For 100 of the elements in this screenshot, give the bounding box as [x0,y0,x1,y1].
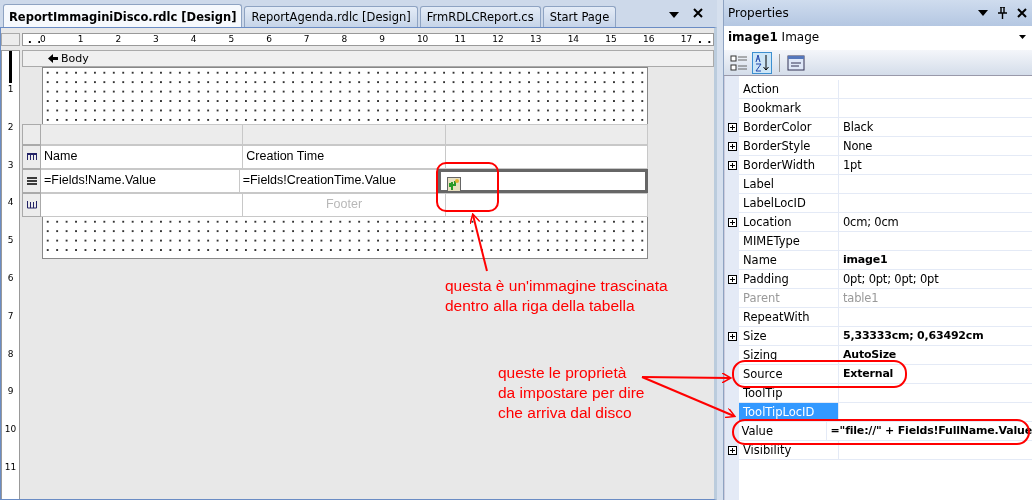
property-value[interactable]: Black [839,118,1032,136]
property-pages-icon[interactable] [787,54,805,71]
property-row[interactable]: Size 5,33333cm; 0,63492cm [725,327,1032,346]
annotation-text: queste le proprietà da impostare per dire che arriva dal disco [498,363,646,423]
property-row[interactable]: Label [725,175,1032,194]
column-handle[interactable] [41,124,244,145]
property-value[interactable]: 5,33333cm; 0,63492cm [839,327,1032,345]
table-cell[interactable] [445,145,648,169]
expand-icon[interactable] [727,274,737,284]
expand-icon[interactable] [727,331,737,341]
property-name[interactable]: Label [739,175,839,193]
property-name[interactable]: Name [739,251,839,269]
property-value[interactable]: AutoSize [839,346,1032,364]
body-band[interactable]: Body [22,50,714,67]
property-row[interactable]: Visibility [725,441,1032,460]
image-icon [447,177,462,192]
ruler-number: 5 [228,34,267,45]
ruler-number: 11 [4,460,17,499]
property-name[interactable]: RepeatWith [739,308,839,326]
property-row[interactable]: Location 0cm; 0cm [725,213,1032,232]
categorized-icon[interactable] [730,53,748,72]
expand-icon[interactable] [727,160,737,170]
ruler-number: 3 [7,158,14,197]
property-name[interactable]: Padding [739,270,839,288]
document-tab[interactable]: Start Page [542,6,617,27]
column-handle[interactable] [243,124,446,145]
property-value[interactable]: External [839,365,1032,383]
header-row-icon [26,153,37,161]
column-handle[interactable] [445,124,648,145]
property-row[interactable]: BorderWidth 1pt [725,156,1032,175]
property-row[interactable]: Bookmark [725,99,1032,118]
alphabetical-sort-button[interactable] [752,51,772,74]
ruler-number: 9 [379,34,417,45]
detail-row-icon [26,177,37,185]
property-name[interactable]: Action [739,80,839,98]
ruler-number: 10 [4,423,17,461]
table-cell[interactable]: Creation Time [243,145,446,169]
property-name[interactable]: LabelLocID [739,194,839,212]
property-value[interactable]: None [839,137,1032,155]
table-cell[interactable] [445,193,648,217]
dropdown-icon[interactable] [669,12,679,18]
dropdown-icon[interactable] [978,10,988,16]
property-name[interactable]: Visibility [739,441,839,459]
table-cell[interactable]: =Fields!Name.Value [41,169,240,193]
property-row[interactable]: MIMEType [725,232,1032,251]
document-tab[interactable]: ReportAgenda.rdlc [Design] [244,6,418,27]
ruler-number: 2 [115,34,154,45]
property-row[interactable]: LabelLocID [725,194,1032,213]
property-value[interactable]: image1 [839,251,1032,269]
close-icon[interactable] [693,8,703,18]
property-name[interactable]: BorderStyle [739,137,839,155]
property-row[interactable]: RepeatWith [725,308,1032,327]
ruler-number: 15 [605,34,643,45]
expand-icon[interactable] [727,141,737,151]
footer-row-icon [26,201,37,209]
ruler-number: 12 [492,34,530,45]
property-row[interactable]: Action [725,80,1032,99]
property-name[interactable]: Value [737,422,827,440]
property-name[interactable]: Bookmark [739,99,839,117]
ruler-number: 10 [416,34,455,45]
ruler-number: 14 [567,34,606,45]
property-value[interactable]: 1pt [839,156,1032,174]
ruler-number: 2 [7,120,14,159]
expand-icon[interactable] [727,217,737,227]
table-corner-handle[interactable] [22,124,41,145]
band-label: Body [61,52,89,65]
ruler-number: 11 [454,34,493,45]
ruler-number: 9 [7,385,14,424]
property-name[interactable]: BorderColor [739,118,839,136]
property-name[interactable]: Source [739,365,839,383]
document-tab[interactable]: ReportImmaginiDisco.rdlc [Design] [3,4,243,27]
property-name[interactable]: MIMEType [739,232,839,250]
property-row[interactable]: Source External [725,365,1032,384]
expand-icon[interactable] [727,445,737,455]
property-name[interactable]: Size [739,327,839,345]
property-value[interactable]: 0cm; 0cm [839,213,1032,231]
property-row[interactable]: Name image1 [725,251,1032,270]
row-handle[interactable] [22,193,41,217]
pin-icon[interactable] [998,7,1007,19]
dropdown-icon [1019,35,1026,39]
property-row[interactable]: BorderStyle None [725,137,1032,156]
document-tab[interactable]: FrmRDLCReport.cs [419,6,541,27]
ruler-number: 7 [7,309,14,348]
close-icon[interactable] [1017,8,1027,18]
row-handle[interactable] [22,145,41,169]
image-cell[interactable] [438,169,648,193]
table-cell[interactable]: =Fields!CreationTime.Value [239,169,439,193]
ruler-number: 0 [40,34,78,45]
annotation-arrow [469,213,488,272]
table-cell[interactable] [41,193,244,217]
row-handle[interactable] [22,169,41,193]
property-row[interactable]: BorderColor Black [725,118,1032,137]
property-name[interactable]: BorderWidth [739,156,839,174]
property-name[interactable]: ToolTip [739,384,839,402]
table-cell[interactable]: Name [41,145,244,169]
property-value[interactable]: 0pt; 0pt; 0pt; 0pt [839,270,1032,288]
ruler-number: 3 [153,34,191,45]
property-row[interactable]: Padding 0pt; 0pt; 0pt; 0pt [725,270,1032,289]
property-name[interactable]: Location [739,213,839,231]
expand-icon[interactable] [727,122,737,132]
